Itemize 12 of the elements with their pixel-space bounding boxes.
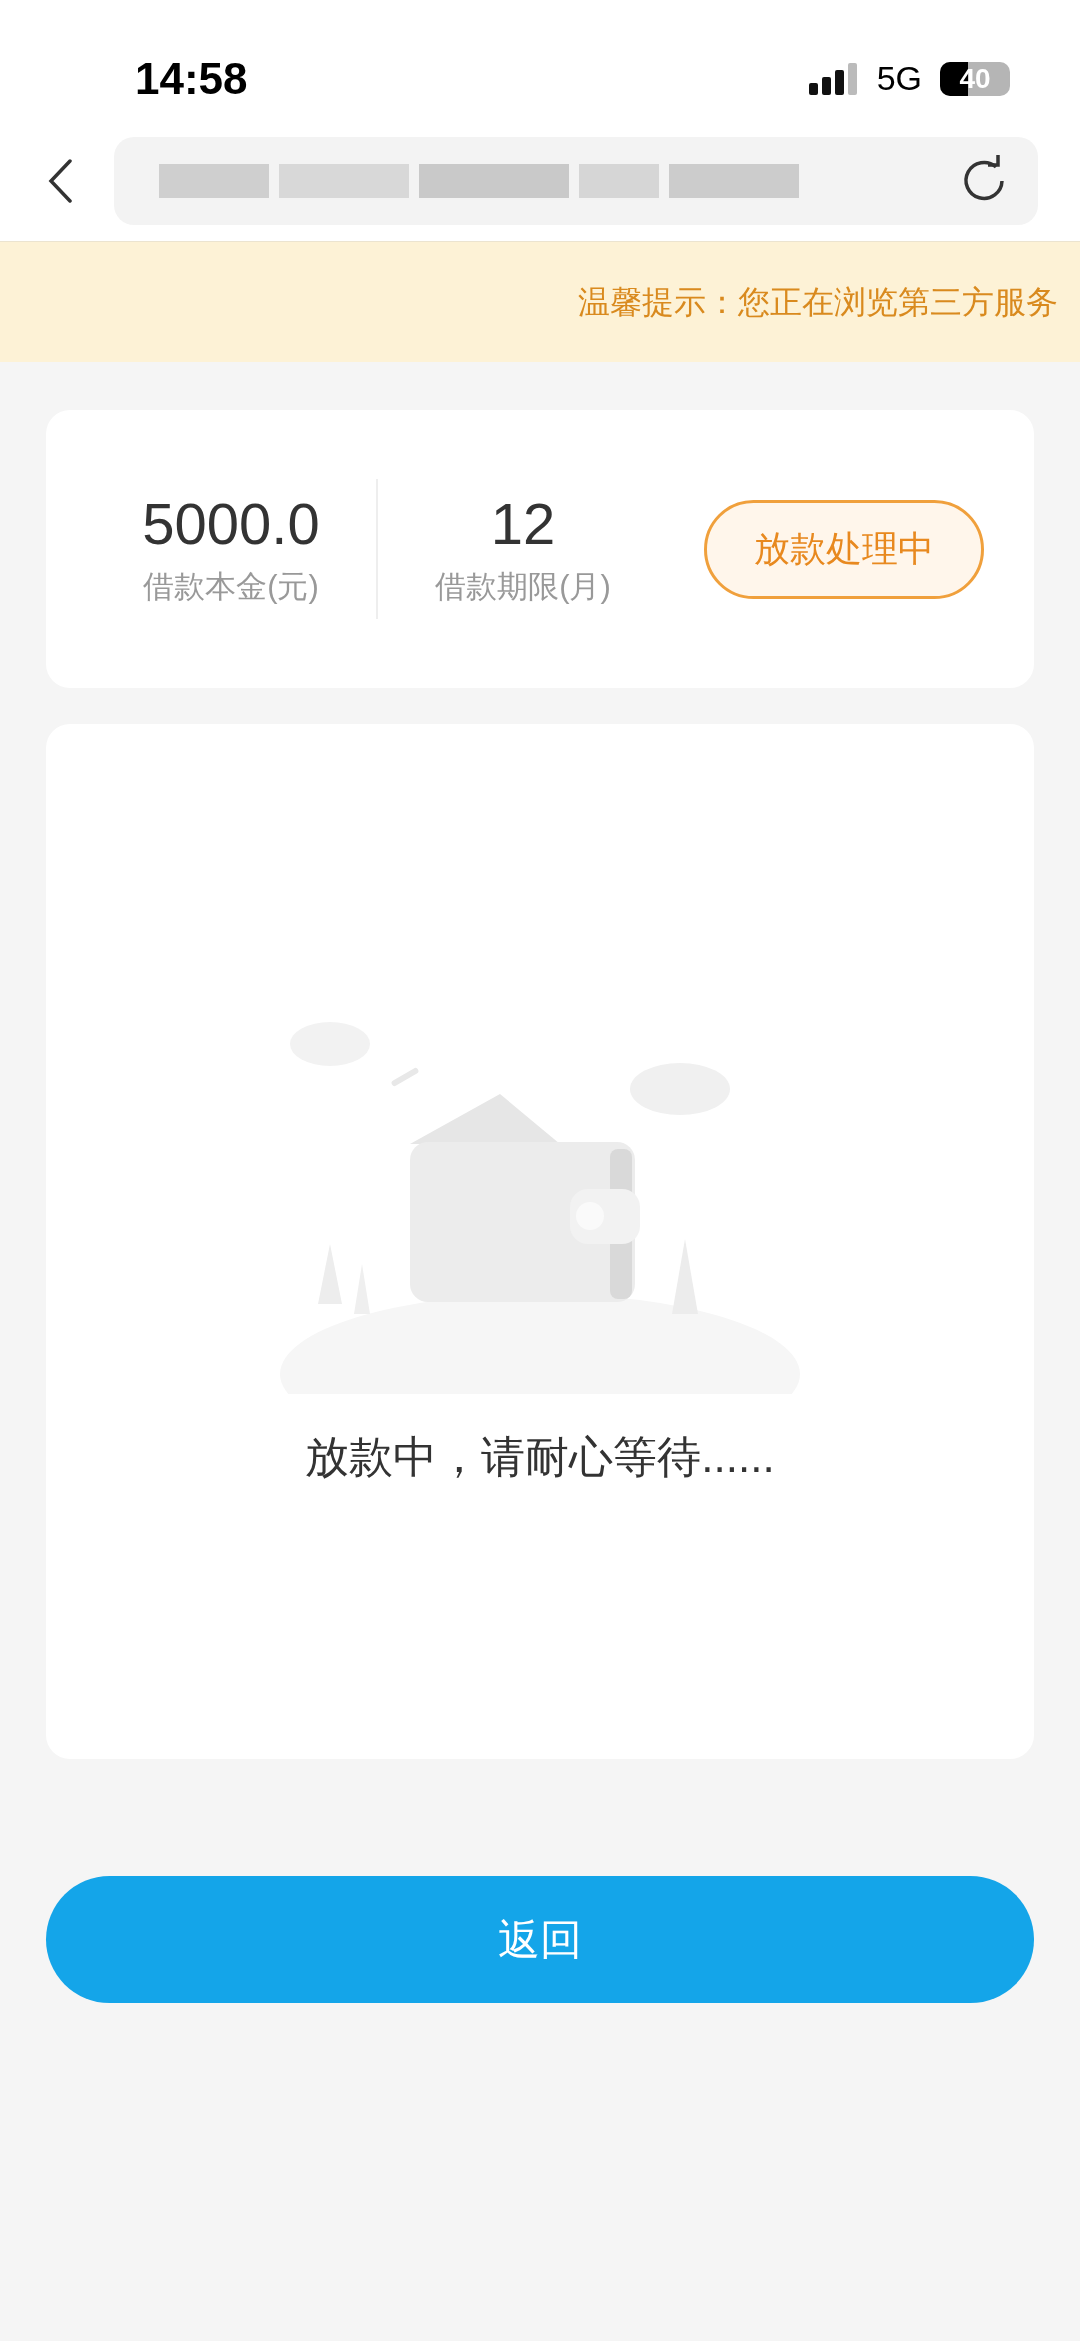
loan-value: 12 bbox=[490, 489, 556, 558]
network-label: 5G bbox=[876, 58, 922, 99]
signal-icon bbox=[808, 62, 859, 95]
loan-label: 借款本金(元) bbox=[143, 567, 319, 606]
notice-text: 温馨提示：您正在浏览第三方服务 bbox=[578, 283, 1059, 322]
status-time: 14:58 bbox=[135, 52, 248, 105]
status-badge: 放款处理中 bbox=[704, 499, 984, 599]
loan-label: 借款期限(月) bbox=[435, 567, 611, 606]
waiting-message: 放款中，请耐心等待...... bbox=[305, 1431, 775, 1483]
back-button[interactable]: 返回 bbox=[46, 1876, 1034, 2003]
loan-value: 5000.0 bbox=[142, 489, 320, 558]
back-icon[interactable] bbox=[48, 159, 72, 203]
